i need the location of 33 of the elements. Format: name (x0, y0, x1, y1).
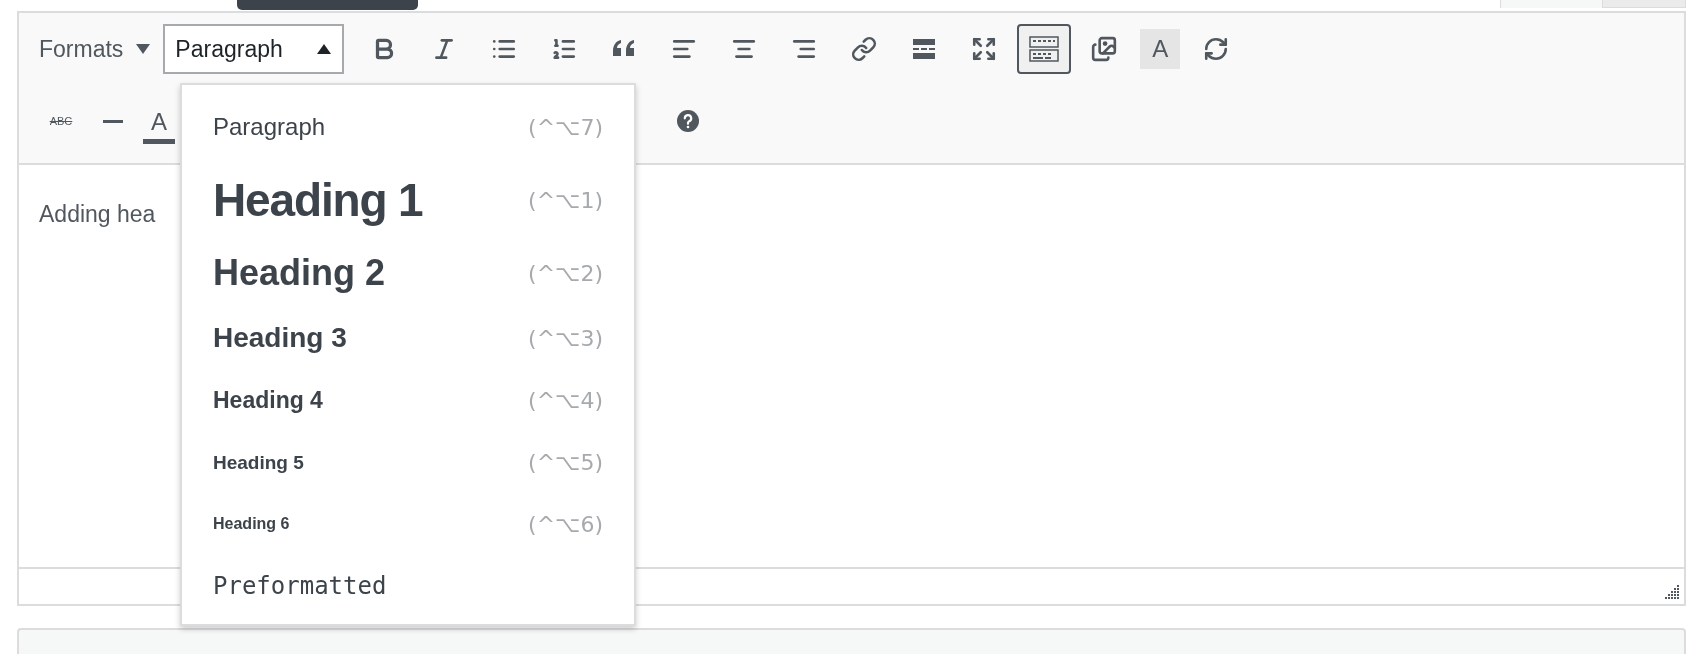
text-color-button[interactable]: A (143, 104, 175, 144)
shortcut-text: (^⌥6) (528, 510, 603, 539)
strikethrough-button[interactable]: ABC (39, 97, 83, 145)
keyboard-icon (1029, 36, 1060, 62)
link-icon (851, 36, 878, 62)
caret-icon (316, 43, 333, 55)
shortcut-text: (^⌥7) (528, 113, 603, 142)
gallery-icon (1091, 36, 1118, 62)
editor-text: Adding hea (39, 200, 156, 229)
format-option[interactable]: Heading 2 (213, 255, 386, 291)
shortcut-text: (^⌥2) (528, 259, 603, 288)
format-option[interactable]: Heading 3 (213, 324, 347, 352)
help-icon (677, 110, 699, 132)
shortcut-text: (^⌥1) (528, 186, 603, 215)
caret-icon (135, 43, 152, 55)
horizontal-line-icon (103, 119, 123, 123)
fullscreen-icon (971, 36, 998, 62)
format-select[interactable]: Paragraph (163, 24, 345, 74)
format-option[interactable]: Heading 6 (213, 516, 290, 532)
formats-menu[interactable]: Formats (39, 31, 152, 67)
resize-handle-icon[interactable] (1664, 584, 1680, 600)
shortcut-text: (^⌥3) (528, 324, 603, 353)
format-option[interactable]: Heading 4 (213, 388, 323, 412)
refresh-icon (1203, 36, 1230, 62)
format-option[interactable]: Paragraph (213, 115, 326, 139)
numbered-list-icon (551, 36, 578, 62)
shortcut-text: (^⌥5) (528, 448, 603, 477)
format-option[interactable]: Heading 5 (213, 452, 304, 472)
format-option[interactable]: Preformatted (213, 574, 387, 598)
quote-icon (612, 39, 637, 59)
toolbar-toggle-button[interactable] (1017, 24, 1072, 74)
shortcut-text: (^⌥4) (528, 386, 603, 415)
read-more-icon (912, 38, 937, 60)
